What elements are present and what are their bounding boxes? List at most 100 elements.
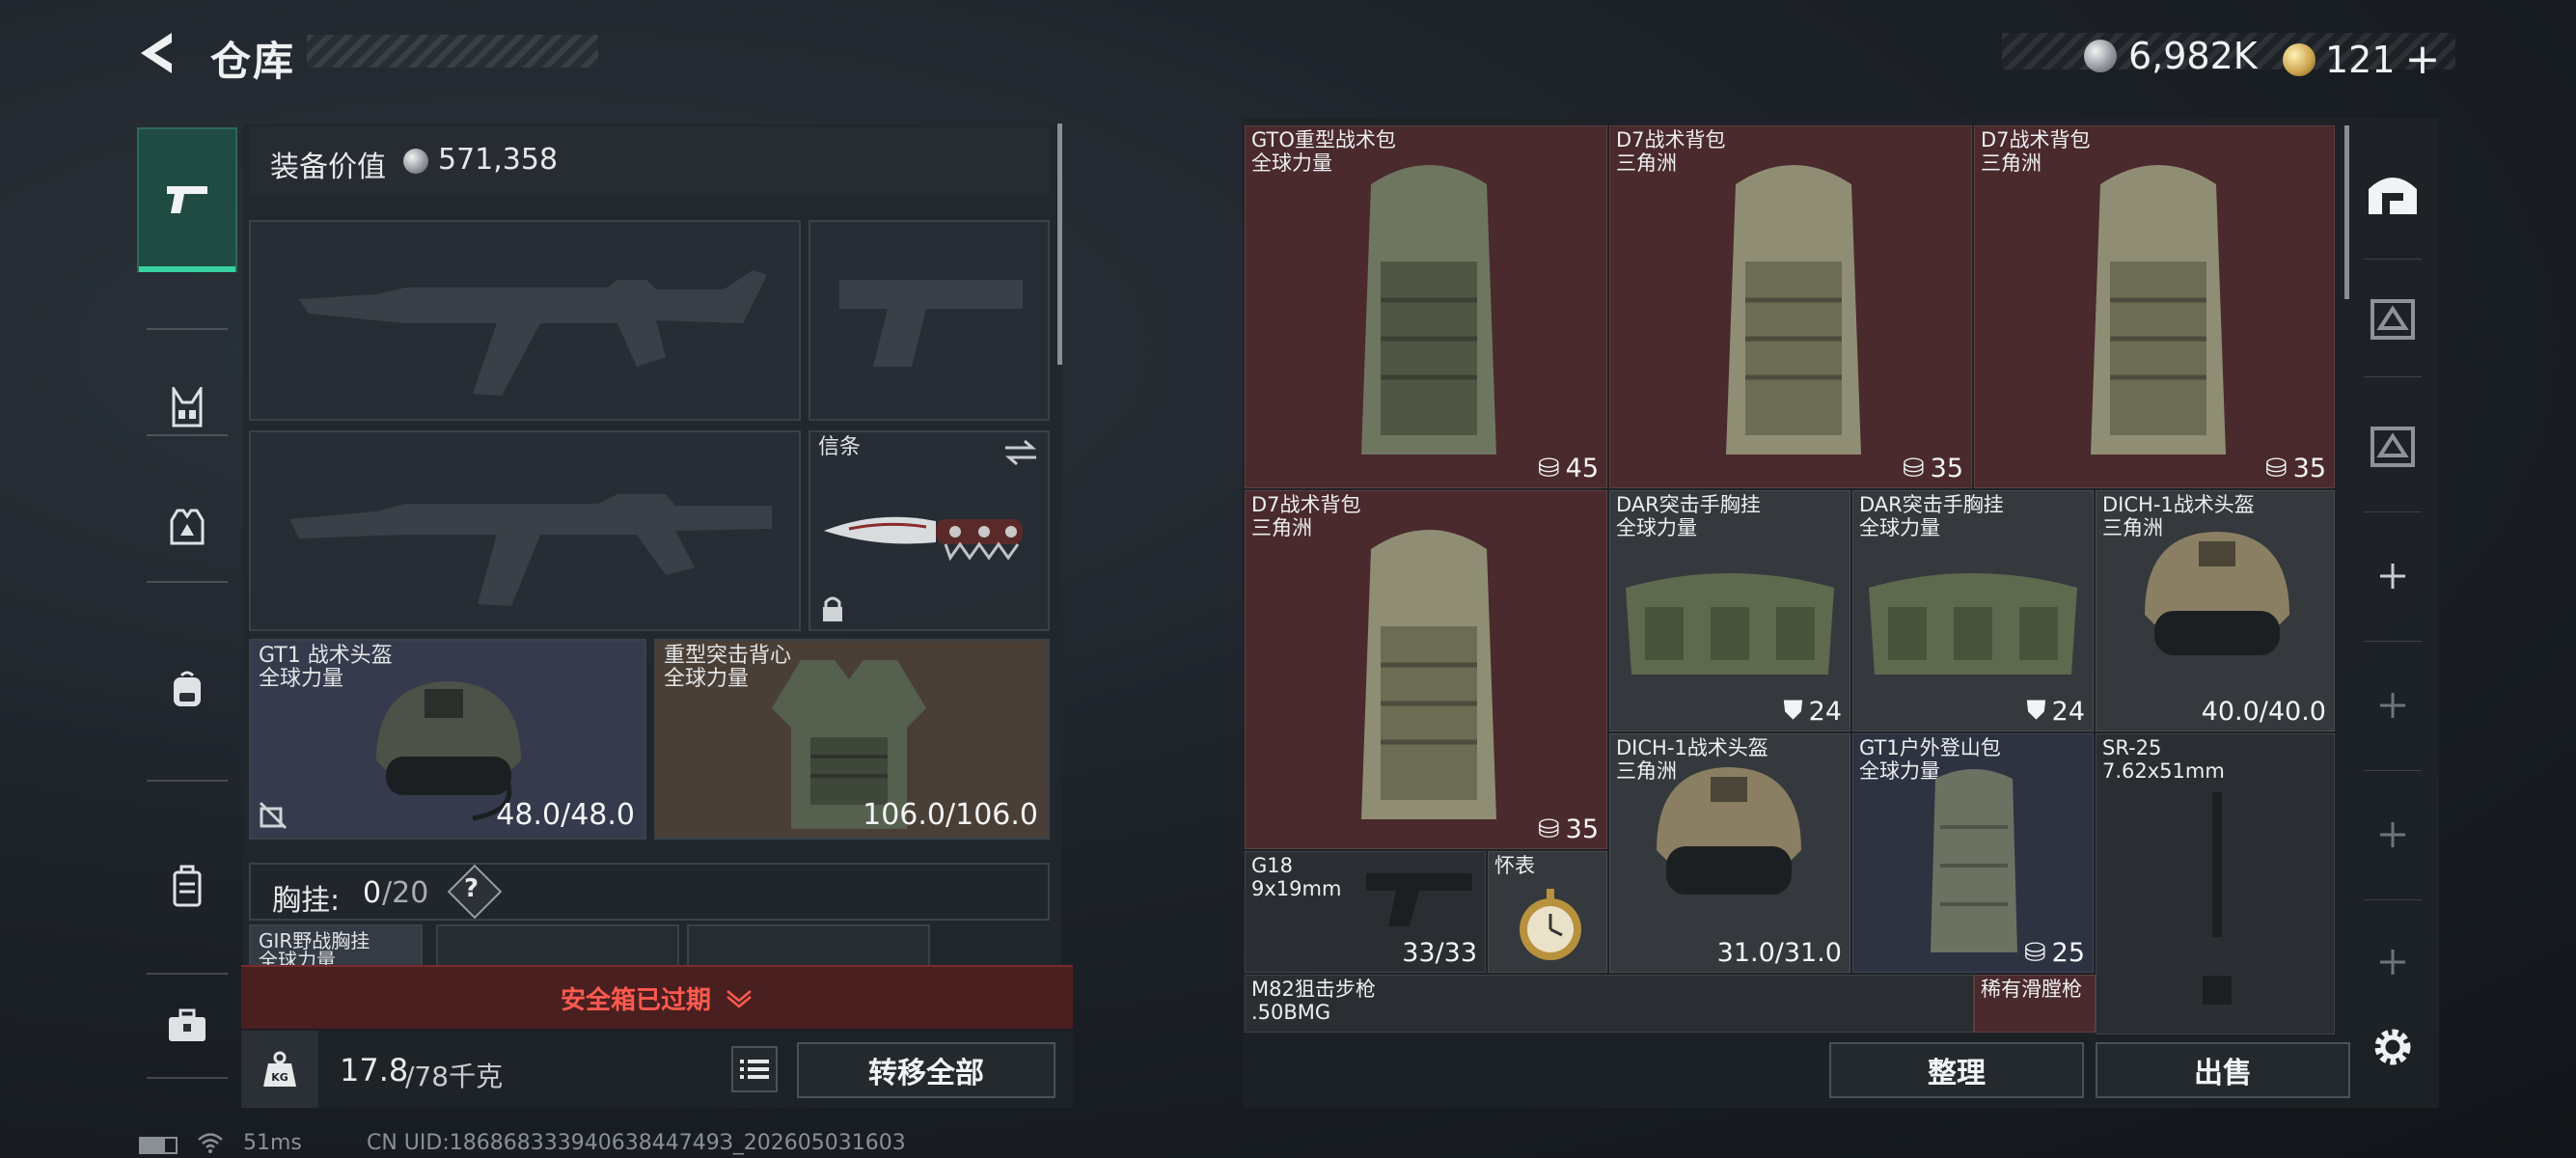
item-value-text: 25 [2051, 938, 2085, 968]
item-origin: 三角洲 [1251, 516, 1312, 539]
stash-item[interactable]: GTO重型战术包 全球力量 ⛁ 45 [1245, 125, 1607, 488]
item-name: DAR突击手胸挂 [1859, 493, 2004, 516]
helmet-slot[interactable]: GT1 战术头盔 全球力量 48.0/48.0 [249, 639, 646, 840]
list-view-button[interactable] [731, 1046, 778, 1092]
item-origin: 7.62x51mm [2102, 759, 2225, 783]
silver-coin-icon [2084, 40, 2117, 72]
stash-item[interactable]: GT1户外登山包 全球力量 ⛁ 25 [1852, 733, 2094, 973]
sniper-rifle-image [2203, 792, 2232, 1014]
item-name: DICH-1战术头盔 [2102, 493, 2255, 516]
item-value: ⛁ 35 [1538, 814, 1599, 844]
item-origin: 三角洲 [1981, 152, 2042, 175]
chest-rig-capacity: /20 [382, 876, 429, 910]
rail-toolbox-button[interactable] [137, 992, 237, 1060]
item-value-text: 24 [2051, 696, 2085, 727]
rail-divider [147, 973, 228, 975]
currency-premium[interactable]: 121 + [2283, 35, 2440, 84]
capacity-icon: ⛁ [2265, 454, 2288, 483]
item-value-text: 35 [2292, 454, 2326, 483]
backpack-image [2091, 165, 2226, 455]
backpack-image [1361, 165, 1496, 455]
melee-slot[interactable]: 信条 [808, 430, 1050, 631]
title-decoration [307, 35, 598, 68]
swap-icon[interactable] [1003, 438, 1038, 467]
stash-item[interactable]: D7战术背包 三角洲 ⛁ 35 [1609, 125, 1972, 488]
stash-item[interactable]: M82狙击步枪 .50BMG [1245, 975, 1974, 1033]
ping-text: 51ms [243, 1131, 302, 1155]
storage-icon [2370, 299, 2415, 340]
help-icon[interactable]: ? [464, 874, 479, 903]
stash-item[interactable]: 怀表 [1488, 851, 1607, 973]
armor-slot[interactable]: 重型突击背心 全球力量 106.0/106.0 [654, 639, 1050, 840]
equipment-value: 571,358 [438, 143, 559, 177]
item-value-text: 45 [1565, 454, 1599, 483]
stash-item[interactable]: D7战术背包 三角洲 ⛁ 35 [1245, 490, 1607, 849]
armor-origin: 全球力量 [664, 667, 750, 691]
item-value-text: 35 [1565, 814, 1599, 844]
rail-rig-button[interactable] [137, 359, 237, 455]
list-icon [740, 1060, 769, 1079]
secure-box-expired-text: 安全箱已过期 [560, 985, 711, 1015]
warehouse-icon [2369, 178, 2417, 214]
helmet-durability: 48.0/48.0 [496, 798, 635, 832]
secondary-weapon-slot[interactable] [249, 430, 801, 631]
stash-item[interactable]: SR-25 7.62x51mm [2096, 733, 2335, 1034]
sell-button[interactable]: 出售 [2096, 1042, 2350, 1098]
stash-item[interactable]: DICH-1战术头盔 三角洲 40.0/40.0 [2096, 490, 2335, 731]
stash-item[interactable]: DAR突击手胸挂 全球力量 ⛊ 24 [1852, 490, 2094, 731]
stash-item[interactable]: 稀有滑膛枪 [1974, 975, 2096, 1033]
helmet-origin: 全球力量 [259, 667, 344, 691]
item-name: D7战术背包 [1251, 493, 1361, 516]
weight-icon-box: KG [241, 1031, 318, 1108]
rail-armor-button[interactable] [137, 469, 237, 585]
item-value: ⛊ 24 [1783, 696, 1842, 727]
item-name: 怀表 [1494, 854, 1535, 877]
side-tab-storage-1[interactable] [2359, 286, 2426, 353]
plus-icon [2380, 564, 2405, 589]
rail-divider [147, 780, 228, 782]
secure-box-banner[interactable]: 安全箱已过期 [241, 965, 1073, 1029]
item-origin: 三角洲 [1616, 152, 1677, 175]
side-tab-warehouse[interactable] [2359, 158, 2426, 226]
capacity-icon: ⛁ [1538, 814, 1560, 844]
loadout-scrollbar[interactable] [1057, 124, 1062, 365]
rail-container-button[interactable] [137, 818, 237, 953]
sort-button[interactable]: 整理 [1829, 1042, 2084, 1098]
item-value: ⛁ 35 [1903, 454, 1963, 483]
item-name: 稀有滑膛枪 [1981, 978, 2082, 1001]
stash-item[interactable]: DAR突击手胸挂 全球力量 ⛊ 24 [1609, 490, 1850, 731]
item-origin: .50BMG [1251, 1001, 1331, 1024]
side-divider [2364, 376, 2422, 377]
side-tab-add-3[interactable] [2359, 801, 2426, 868]
side-tab-add-1[interactable] [2359, 542, 2426, 610]
armor-icon [170, 509, 205, 545]
rail-backpack-button[interactable] [137, 612, 237, 766]
stash-item[interactable]: G18 9x19mm 33/33 [1245, 851, 1486, 973]
settings-button[interactable] [2359, 1013, 2426, 1081]
add-currency-icon[interactable]: + [2405, 35, 2441, 84]
item-origin: 全球力量 [1616, 516, 1697, 539]
rail-weapons-button[interactable] [137, 127, 237, 272]
stash-item[interactable]: D7战术背包 三角洲 ⛁ 35 [1974, 125, 2335, 488]
transfer-all-button[interactable]: 转移全部 [797, 1042, 1055, 1098]
category-rail [137, 114, 237, 1079]
storage-icon [2370, 427, 2415, 467]
side-tab-storage-2[interactable] [2359, 413, 2426, 481]
weight-capacity: /78千克 [405, 1061, 504, 1092]
item-name: DAR突击手胸挂 [1616, 493, 1761, 516]
pistol-image [1366, 873, 1472, 926]
sidearm-slot[interactable] [808, 220, 1050, 421]
chevron-down-icon [726, 990, 752, 1008]
side-divider [2364, 511, 2422, 512]
side-tab-add-2[interactable] [2359, 672, 2426, 739]
item-name: SR-25 [2102, 736, 2162, 759]
back-arrow-icon[interactable] [135, 29, 183, 77]
side-tab-add-4[interactable] [2359, 928, 2426, 996]
equipment-value-label: 装备价值 [270, 151, 386, 184]
item-value-text: 35 [1930, 454, 1963, 483]
backpack-image [1726, 165, 1861, 455]
stash-scrollbar[interactable] [2344, 125, 2349, 299]
stash-item[interactable]: DICH-1战术头盔 三角洲 31.0/31.0 [1609, 733, 1850, 973]
primary-weapon-slot[interactable] [249, 220, 801, 421]
gold-coin-icon [2283, 42, 2316, 76]
